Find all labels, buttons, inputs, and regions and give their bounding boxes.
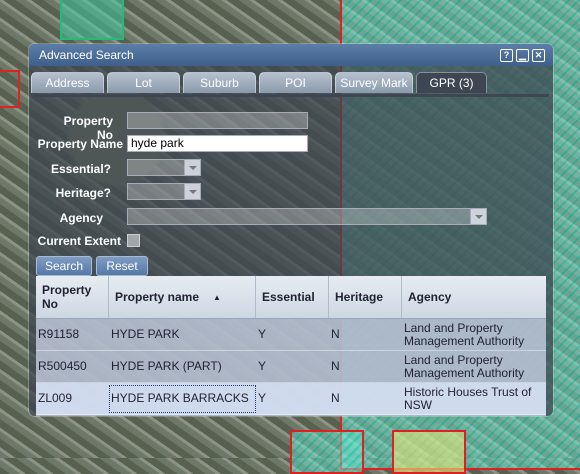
cell-property-name: HYDE PARK (PART) <box>111 359 222 373</box>
window-title: Advanced Search <box>39 48 134 62</box>
tab-suburb[interactable]: Suburb <box>183 72 256 93</box>
table-row[interactable]: R91158 HYDE PARK Y N Land and Property M… <box>36 319 546 351</box>
table-row[interactable]: ZL009 HYDE PARK BARRACKS Y N Historic Ho… <box>36 383 546 415</box>
column-header-heritage[interactable]: Heritage <box>329 276 402 318</box>
advanced-search-window: Advanced Search ? ▁ ✕ Address Lot Suburb… <box>29 44 553 416</box>
tab-gpr[interactable]: GPR (3) <box>416 72 487 93</box>
close-icon[interactable]: ✕ <box>532 48 545 62</box>
help-icon[interactable]: ? <box>500 48 513 62</box>
property-no-input[interactable] <box>127 112 308 129</box>
chevron-down-icon[interactable] <box>470 209 486 224</box>
essential-select[interactable] <box>127 159 201 176</box>
column-header-property-no[interactable]: Property No <box>36 276 109 318</box>
current-extent-checkbox[interactable] <box>127 234 140 247</box>
column-header-label: Property name <box>115 290 200 304</box>
minimize-icon[interactable]: ▁ <box>516 48 529 62</box>
chevron-down-icon[interactable] <box>184 184 200 199</box>
cell-agency: Historic Houses Trust of NSW <box>404 384 532 412</box>
column-header-essential[interactable]: Essential <box>256 276 329 318</box>
tab-poi[interactable]: POI <box>259 72 332 93</box>
cell-agency: Land and Property Management Authority <box>404 352 525 380</box>
tab-address[interactable]: Address <box>31 72 104 93</box>
results-grid: Property No Property name ▲ Essential He… <box>36 276 546 416</box>
map-boundary-line <box>0 70 20 108</box>
chevron-down-icon[interactable] <box>184 160 200 175</box>
cell-property-no: ZL009 <box>38 391 73 405</box>
map-zone-polygon <box>392 430 466 474</box>
heritage-label: Heritage? <box>55 186 111 200</box>
cell-property-name: HYDE PARK <box>111 327 180 341</box>
cell-heritage: N <box>331 327 340 341</box>
property-name-input[interactable]: hyde park <box>127 135 308 152</box>
current-extent-label: Current Extent <box>37 234 121 248</box>
cell-heritage: N <box>331 359 340 373</box>
window-titlebar[interactable]: Advanced Search ? ▁ ✕ <box>29 44 553 66</box>
cell-property-no: R91158 <box>38 327 80 341</box>
grid-header: Property No Property name ▲ Essential He… <box>36 276 546 319</box>
column-header-property-name[interactable]: Property name ▲ <box>109 276 256 318</box>
search-button[interactable]: Search <box>36 256 92 276</box>
tab-lot[interactable]: Lot <box>107 72 180 93</box>
cell-heritage: N <box>331 391 340 405</box>
reset-button[interactable]: Reset <box>96 256 148 276</box>
heritage-select[interactable] <box>127 183 201 200</box>
agency-select[interactable] <box>127 208 487 225</box>
column-header-agency[interactable]: Agency <box>402 276 546 318</box>
search-form: Property No Property Name hyde park Esse… <box>29 97 553 287</box>
tab-survey-mark[interactable]: Survey Mark <box>335 72 413 93</box>
cell-essential: Y <box>258 391 267 405</box>
map-zone-polygon <box>60 0 124 40</box>
property-name-label: Property Name <box>37 137 123 151</box>
cell-essential: Y <box>258 359 267 373</box>
map-zone-polygon <box>290 430 364 474</box>
cell-essential: Y <box>258 327 267 341</box>
agency-label: Agency <box>59 211 103 225</box>
essential-label: Essential? <box>50 162 111 176</box>
table-row[interactable]: R500450 HYDE PARK (PART) Y N Land and Pr… <box>36 351 546 383</box>
tab-bar: Address Lot Suburb POI Survey Mark GPR (… <box>29 66 553 94</box>
sort-ascending-icon: ▲ <box>213 292 221 302</box>
cell-property-name: HYDE PARK BARRACKS <box>109 384 256 413</box>
cell-property-no: R500450 <box>38 359 87 373</box>
cell-agency: Land and Property Management Authority <box>404 320 525 348</box>
